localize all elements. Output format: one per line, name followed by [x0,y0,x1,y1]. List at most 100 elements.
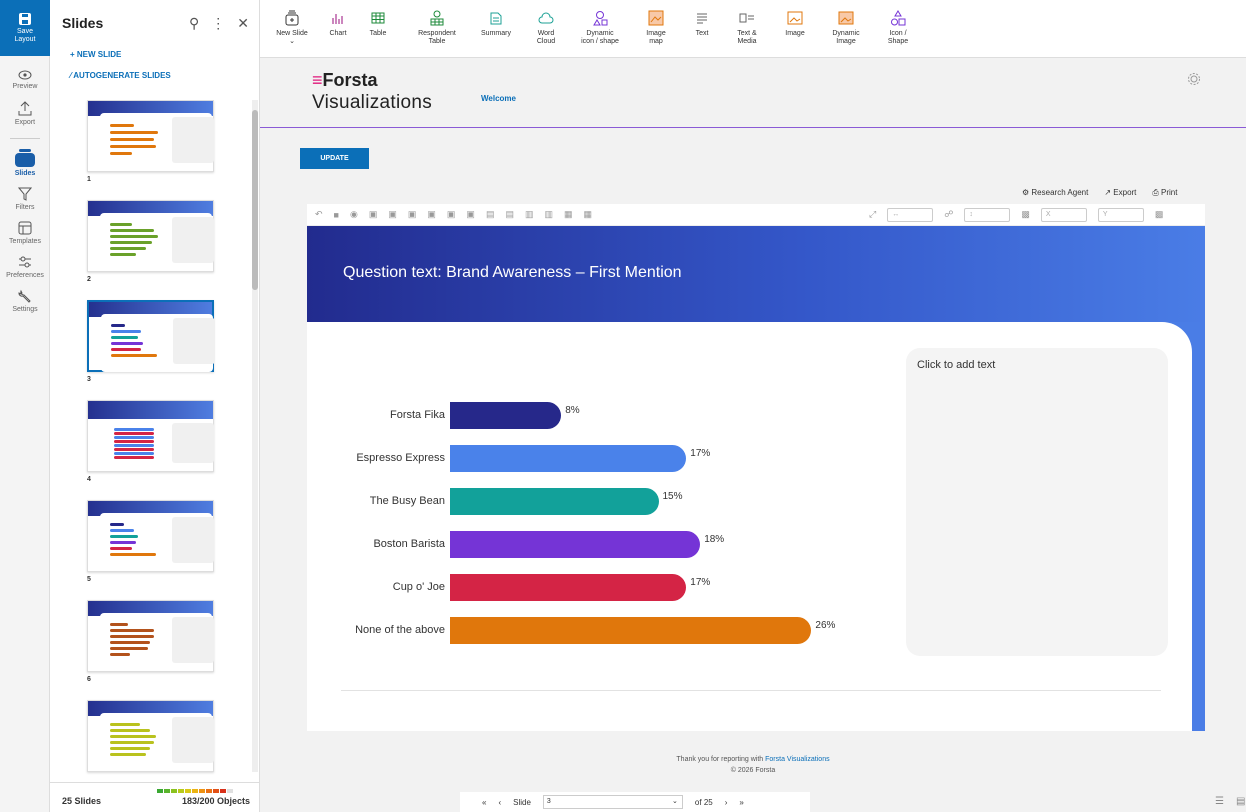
gear-icon[interactable] [1187,72,1201,86]
layer-order-icon[interactable]: ▩ [1155,209,1164,220]
bar[interactable] [450,488,659,515]
bar-value-label: 8% [565,405,580,416]
text-tool[interactable]: Text [684,0,720,57]
image-map-tool[interactable]: Image map [636,0,676,57]
new-slide-tool[interactable]: New Slide ⌄ [272,0,312,57]
insert-toolbar: New Slide ⌄ Chart Table Respondent Table S… [260,0,1246,58]
rail-preferences[interactable]: Preferences [0,255,50,279]
slide-title[interactable]: Question text: Brand Awareness – First M… [343,264,682,282]
research-agent-button[interactable]: ⚙ Research Agent [1022,188,1088,198]
rail-filters[interactable]: Filters [0,187,50,211]
export-button[interactable]: ↗ Export [1104,188,1136,198]
icon-shape-tool[interactable]: Icon / Shape [880,0,916,57]
position-icon[interactable]: ▩ [1021,209,1030,220]
dynamic-image-tool[interactable]: Dynamic Image [826,0,866,57]
bar[interactable] [450,445,687,472]
icon-shape-tool-label-2: Shape [887,38,909,45]
slide-thumbnail-2[interactable] [87,200,214,272]
table-icon [371,12,385,24]
bar[interactable] [450,574,687,601]
slide-canvas[interactable]: Question text: Brand Awareness – First M… [307,226,1205,731]
research-agent-icon: ⚙ [1022,188,1032,197]
fit-icon[interactable]: ⤢ [869,209,876,220]
slide-thumbnail-4[interactable] [87,400,214,472]
group-icon[interactable]: ▦ [564,209,573,220]
rail-preview-label: Preview [12,83,38,90]
image-map-tool-label-2: map [649,38,663,45]
adjust-icon[interactable]: ☰ [1215,796,1224,807]
ungroup-icon[interactable]: ▦ [584,209,593,220]
text-media-tool[interactable]: Text & Media [728,0,766,57]
dynamic-icon-shape-tool[interactable]: Dynamic icon / shape [574,0,626,57]
slide-select[interactable]: 3 ⌄ [542,795,683,809]
align-left-icon[interactable]: ▣ [369,209,378,220]
last-page-icon[interactable]: » [739,798,743,807]
dynamic-image-tool-label-2: Image [836,38,856,45]
slides-scrollbar[interactable] [252,100,258,772]
first-page-icon[interactable]: « [482,798,486,807]
rail-settings[interactable]: Settings [0,289,50,313]
forsta-link[interactable]: Forsta Visualizations [765,756,829,763]
word-cloud-tool-label-2: Cloud [536,38,556,45]
width-input[interactable]: ↔ [887,207,934,222]
rail-divider [9,138,40,139]
text-tool-label: Text [695,30,709,37]
bar-label: Espresso Express [356,452,445,464]
print-button[interactable]: ⎙ Print [1152,188,1177,198]
align-top-icon[interactable]: ▣ [427,209,436,220]
image-tool[interactable]: Image [776,0,814,57]
y-input[interactable]: Y [1097,207,1144,222]
slides-scrollbar-thumb[interactable] [252,110,258,290]
slide-thumbnail-5[interactable] [87,500,214,572]
height-input[interactable]: ↕ [964,207,1011,222]
bar-label: Forsta Fika [389,409,445,421]
save-layout-button[interactable]: Save Layout [0,0,50,56]
align-right-icon[interactable]: ▣ [408,209,417,220]
distribute-v-icon[interactable]: ▤ [505,209,514,220]
text-box[interactable]: Click to add text [906,348,1168,656]
word-cloud-tool[interactable]: Word Cloud [526,0,566,57]
slide-thumbnail-3[interactable] [87,300,215,372]
bring-front-icon[interactable]: ▥ [525,209,534,220]
align-center-icon[interactable]: ▣ [388,209,397,220]
rail-templates[interactable]: Templates [0,221,50,245]
welcome-link[interactable]: Welcome [481,94,516,103]
next-page-icon[interactable]: › [725,798,728,807]
respondent-table-tool-label-1: Respondent [418,30,456,37]
bar[interactable] [450,531,701,558]
slide-thumbnail-1[interactable] [87,100,214,172]
undo-icon[interactable]: ↶ [315,209,323,220]
summary-tool[interactable]: Summary [474,0,518,57]
update-button[interactable]: UPDATE [300,148,369,169]
link-icon[interactable]: ☍ [944,209,953,220]
visibility-icon[interactable]: ◉ [350,209,358,220]
bar-chart-icon [332,14,343,24]
rail-export[interactable]: Export [0,100,50,126]
slide-thumbnail-6[interactable] [87,600,214,672]
word-cloud-tool-label-1: Word [537,30,555,37]
brand-header: ≡Forsta Visualizations Welcome [260,58,1246,128]
bar[interactable] [450,402,562,429]
rail-preview[interactable]: Preview [0,70,50,90]
table-tool[interactable]: Table [360,0,396,57]
distribute-h-icon[interactable]: ▤ [486,209,495,220]
chart-view-icon[interactable]: ▤ [1236,796,1245,807]
send-back-icon[interactable]: ▥ [544,209,553,220]
autogenerate-slides-button[interactable]: ⁄ AUTOGENERATE SLIDES [50,63,259,84]
rail-slides[interactable]: Slides [0,149,50,177]
search-icon[interactable]: ⚲ [189,15,199,32]
x-input[interactable]: X [1040,207,1087,222]
respondent-table-tool[interactable]: Respondent Table [408,0,466,57]
prev-page-icon[interactable]: ‹ [498,798,501,807]
chart-tool[interactable]: Chart [320,0,356,57]
lock-icon[interactable]: ■ [334,210,339,220]
slide-thumbnail-7[interactable] [87,700,214,772]
close-icon[interactable]: ✕ [237,15,249,32]
objects-count: 183/200 Objects [181,796,250,806]
new-slide-button[interactable]: + NEW SLIDE [50,46,259,63]
align-bottom-icon[interactable]: ▣ [466,209,475,220]
more-options-icon[interactable]: ⋮ [211,15,225,32]
bar[interactable] [450,617,812,644]
align-middle-icon[interactable]: ▣ [447,209,456,220]
save-label-1: Save [17,28,33,35]
